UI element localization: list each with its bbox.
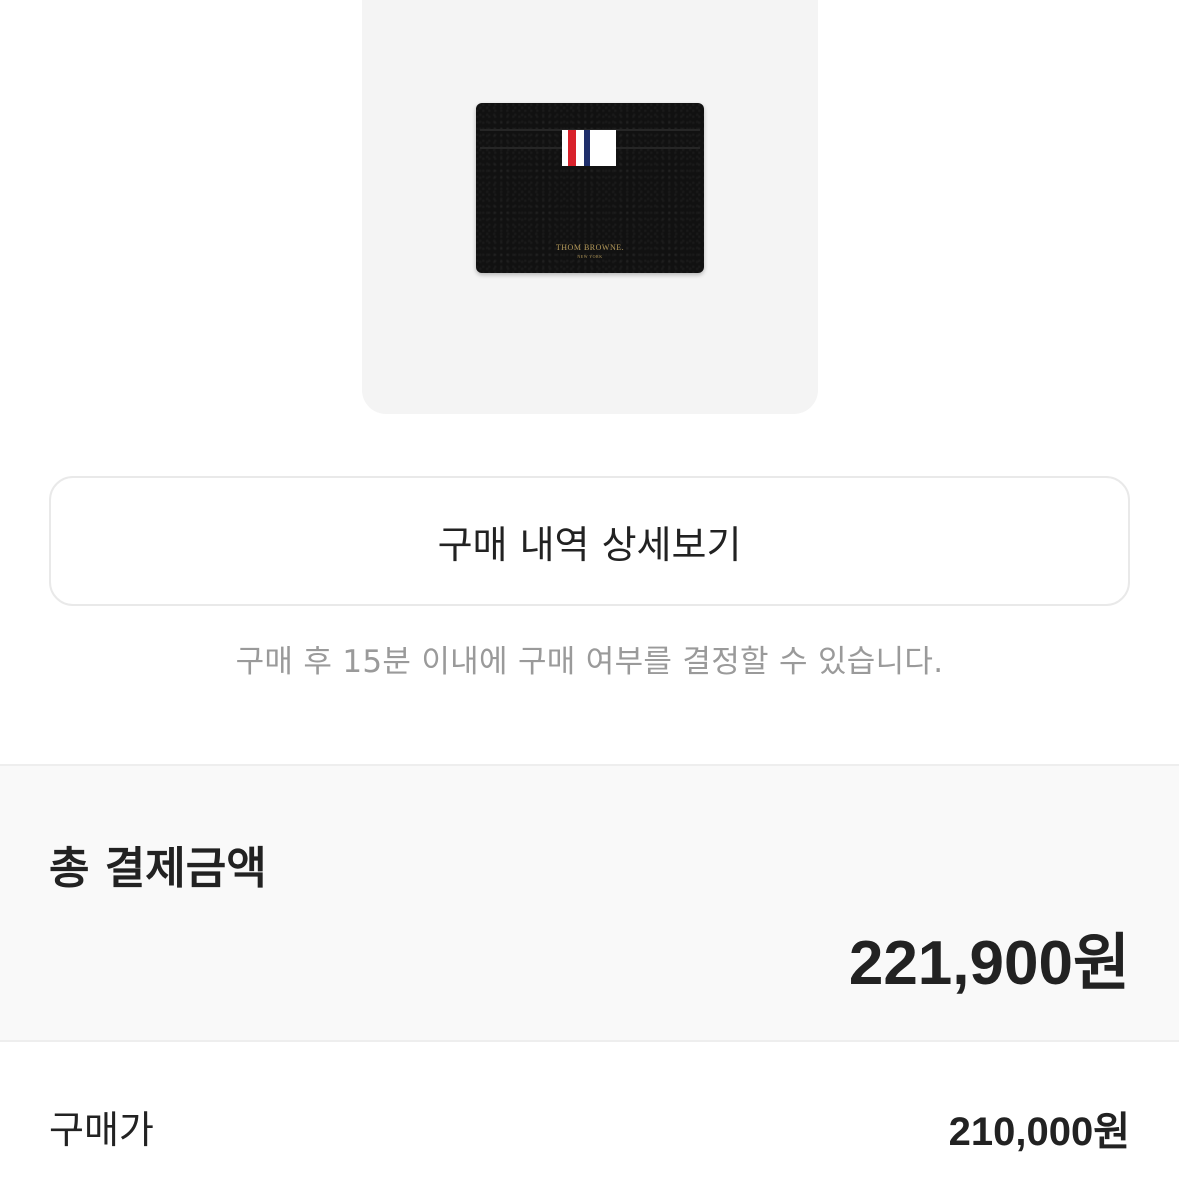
purchase-price-value: 210,000원	[948, 1110, 1130, 1154]
stripe-band	[568, 130, 576, 166]
product-image: THOM BROWNE. NEW YORK	[476, 103, 704, 273]
total-payment-label: 총 결제금액	[49, 843, 267, 894]
decision-notice-text: 구매 후 15분 이내에 구매 여부를 결정할 수 있습니다.	[235, 644, 944, 680]
wallet-brand-logo: THOM BROWNE.	[555, 243, 625, 252]
stripe-band	[576, 130, 584, 166]
product-image-card: THOM BROWNE. NEW YORK	[362, 0, 818, 414]
total-payment-amount: 221,900원	[848, 929, 1130, 998]
stripe-tab	[562, 130, 616, 166]
purchase-price-label: 구매가	[49, 1108, 154, 1152]
wallet-brand-sublogo: NEW YORK	[577, 254, 603, 259]
stripe-band	[590, 130, 616, 166]
purchase-detail-button[interactable]: 구매 내역 상세보기	[49, 476, 1130, 606]
total-payment-section: 총 결제금액 221,900원	[0, 764, 1179, 1042]
